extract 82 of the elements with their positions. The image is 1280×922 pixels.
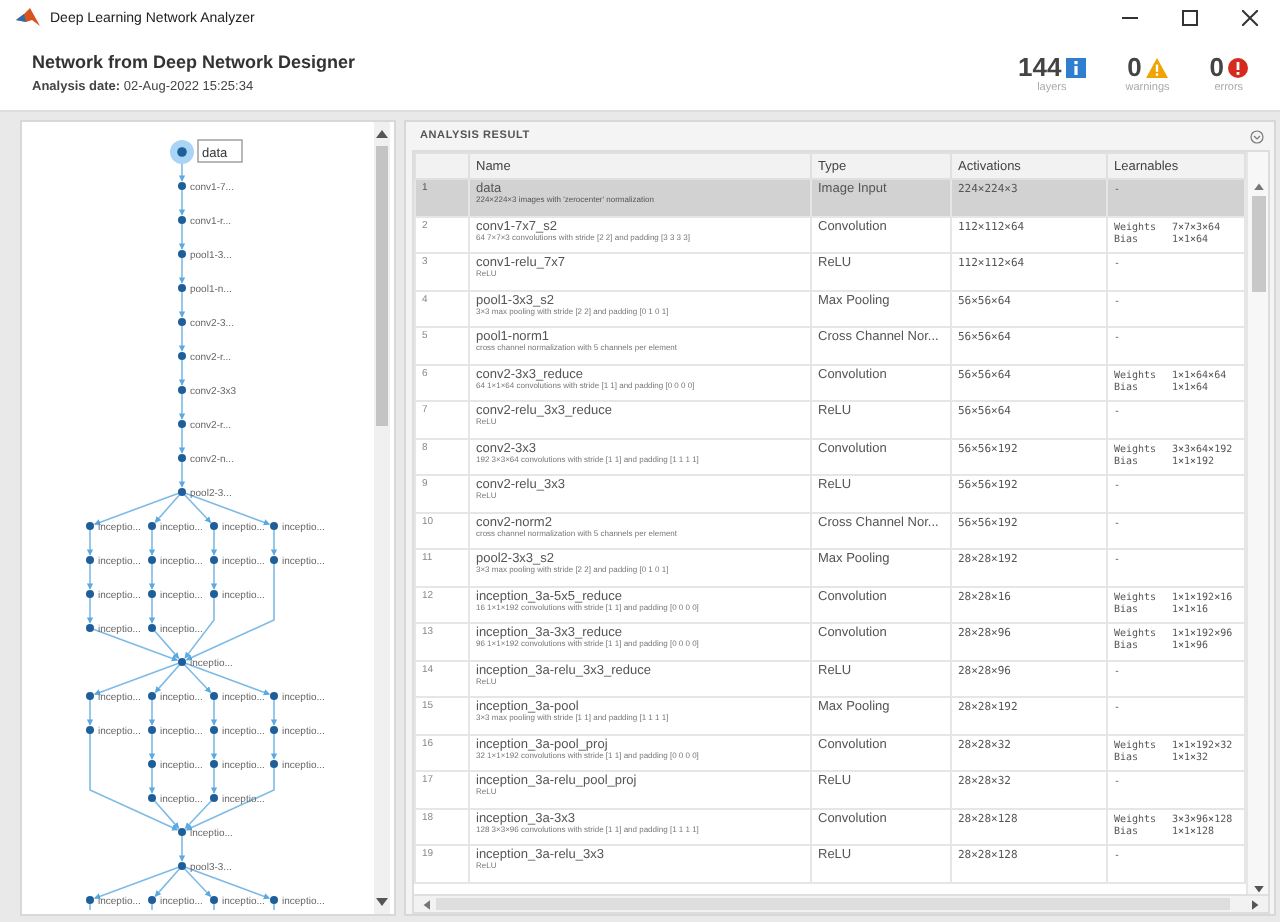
connector-arrow <box>178 219 186 250</box>
connector-arrow <box>86 559 94 590</box>
network-title: Network from Deep Network Designer <box>32 52 356 72</box>
graph-node[interactable] <box>210 896 218 904</box>
scroll-up-icon[interactable] <box>376 128 388 138</box>
warning-icon <box>1145 57 1168 77</box>
graph-node[interactable] <box>178 250 186 258</box>
scroll-down-icon[interactable] <box>376 898 388 908</box>
minimize-icon <box>1122 16 1138 20</box>
graph-node[interactable] <box>210 726 218 734</box>
graph-node[interactable] <box>86 726 94 734</box>
connector-arrow <box>210 729 218 760</box>
graph-node[interactable] <box>86 896 94 904</box>
connector-arrow <box>178 389 186 420</box>
graph-node[interactable] <box>178 828 186 836</box>
graph-node[interactable] <box>270 692 278 700</box>
graph-node[interactable] <box>148 760 156 768</box>
graph-node[interactable] <box>270 556 278 564</box>
error-icon <box>1228 57 1248 77</box>
graph-node[interactable] <box>210 590 218 598</box>
connector-arrow <box>178 185 186 216</box>
table-scrollbar[interactable] <box>1246 152 1268 894</box>
graph-node[interactable] <box>148 692 156 700</box>
connector-arrow <box>178 253 186 284</box>
graph-node[interactable] <box>177 147 187 157</box>
graph-scroll-thumb[interactable] <box>376 146 388 426</box>
graph-node[interactable] <box>86 692 94 700</box>
graph-node[interactable] <box>178 284 186 292</box>
graph-node[interactable] <box>86 624 94 632</box>
connector-arrow <box>178 287 186 318</box>
info-icon <box>1065 57 1086 77</box>
scroll-right-icon[interactable] <box>1252 899 1260 909</box>
connector-arrow <box>86 593 94 624</box>
graph-node[interactable] <box>178 454 186 462</box>
graph-node[interactable] <box>178 862 186 870</box>
graph-node[interactable] <box>178 352 186 360</box>
app-logo-icon <box>16 8 40 28</box>
graph-node[interactable] <box>210 556 218 564</box>
scroll-up-icon[interactable] <box>1253 182 1263 190</box>
graph-node[interactable] <box>270 760 278 768</box>
connector-arrow <box>270 729 278 760</box>
graph-node[interactable] <box>148 726 156 734</box>
graph-scrollbar[interactable] <box>374 122 390 914</box>
collapse-button[interactable] <box>1250 129 1264 143</box>
graph-node[interactable] <box>86 556 94 564</box>
node-label-frame <box>197 139 243 163</box>
graph-node[interactable] <box>210 794 218 802</box>
counter-value: 0 <box>1209 52 1224 82</box>
graph-node[interactable] <box>148 624 156 632</box>
graph-node[interactable] <box>270 522 278 530</box>
connector-arrow <box>178 423 186 454</box>
graph-node[interactable] <box>178 216 186 224</box>
graph-node[interactable] <box>148 522 156 530</box>
horizontal-scrollbar[interactable] <box>414 894 1268 912</box>
graph-node[interactable] <box>210 522 218 530</box>
maximize-icon <box>1182 10 1198 26</box>
graph-node[interactable] <box>178 386 186 394</box>
graph-node[interactable] <box>148 794 156 802</box>
connector-arrow <box>178 355 186 386</box>
graph-node[interactable] <box>148 556 156 564</box>
scroll-left-icon[interactable] <box>422 899 430 909</box>
connector-arrow <box>148 593 156 624</box>
graph-node[interactable] <box>270 896 278 904</box>
connector-arrow <box>148 559 156 590</box>
connector-arrow <box>178 321 186 352</box>
graph-node[interactable] <box>148 590 156 598</box>
graph-node[interactable] <box>86 590 94 598</box>
graph-node[interactable] <box>270 726 278 734</box>
graph-node[interactable] <box>86 522 94 530</box>
graph-node[interactable] <box>210 692 218 700</box>
connector-arrow <box>178 457 186 488</box>
graph-node[interactable] <box>178 420 186 428</box>
close-icon <box>1242 10 1258 26</box>
counter-value: 0 <box>1127 52 1142 82</box>
graph-node[interactable] <box>178 658 186 666</box>
graph-node[interactable] <box>178 318 186 326</box>
graph-node[interactable] <box>148 896 156 904</box>
counter-value: 144 <box>1018 52 1062 82</box>
graph-node[interactable] <box>210 760 218 768</box>
table-scroll-thumb[interactable] <box>1251 196 1265 292</box>
graph-node[interactable] <box>178 182 186 190</box>
graph-node[interactable] <box>178 488 186 496</box>
